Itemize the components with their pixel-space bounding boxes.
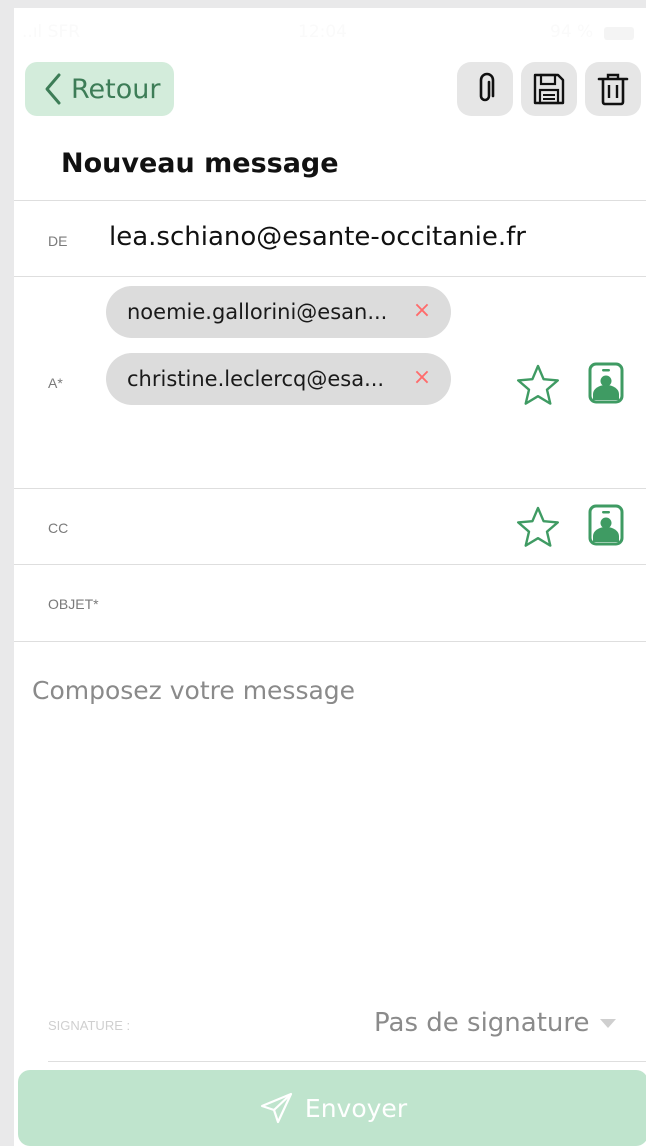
- to-label: A*: [48, 375, 63, 391]
- cc-label: CC: [48, 520, 69, 536]
- recipient-chip[interactable]: noemie.gallorini@esan... ×: [106, 286, 451, 338]
- floppy-disk-icon: [533, 73, 565, 105]
- from-label: DE: [48, 233, 68, 249]
- divider: [48, 1061, 646, 1062]
- divider: [14, 200, 646, 201]
- message-body-input[interactable]: Composez votre message: [32, 676, 355, 705]
- contact-card-icon[interactable]: [584, 503, 628, 547]
- delete-button[interactable]: [585, 62, 641, 116]
- star-outline-icon[interactable]: [516, 363, 560, 407]
- clock: 12:04: [298, 22, 347, 42]
- star-outline-icon[interactable]: [516, 505, 560, 549]
- page-title: Nouveau message: [61, 148, 339, 179]
- divider: [14, 488, 646, 489]
- signature-value: Pas de signature: [374, 1008, 590, 1038]
- back-button[interactable]: Retour: [25, 62, 174, 116]
- divider: [14, 641, 646, 642]
- chevron-left-icon: [45, 73, 61, 105]
- carrier-label: ..ıl SFR: [22, 22, 81, 42]
- attach-button[interactable]: [457, 62, 513, 116]
- trash-icon: [597, 73, 629, 106]
- divider: [14, 276, 646, 277]
- save-draft-button[interactable]: [521, 62, 577, 116]
- recipient-chip-label: christine.leclercq@esa...: [127, 367, 385, 391]
- battery-percent: 94 %: [550, 22, 594, 42]
- send-label: Envoyer: [304, 1093, 408, 1123]
- send-button[interactable]: Envoyer: [18, 1070, 646, 1146]
- signature-label: SIGNATURE :: [48, 1018, 131, 1033]
- contact-card-icon[interactable]: [584, 361, 628, 405]
- paperclip-icon: [479, 72, 495, 102]
- divider: [14, 564, 646, 565]
- caret-down-icon: [599, 1018, 616, 1028]
- recipient-chip[interactable]: christine.leclercq@esa... ×: [106, 353, 451, 405]
- remove-recipient-icon[interactable]: ×: [409, 298, 435, 324]
- subject-label[interactable]: OBJET*: [48, 596, 99, 612]
- signature-select[interactable]: Pas de signature: [374, 1008, 616, 1038]
- paper-plane-icon: [260, 1092, 293, 1124]
- remove-recipient-icon[interactable]: ×: [409, 365, 435, 391]
- status-bar: ..ıl SFR 12:04 94 %: [14, 8, 646, 58]
- battery-icon: [604, 27, 634, 40]
- back-label: Retour: [71, 73, 161, 105]
- compose-screen: ..ıl SFR 12:04 94 % Retour Nouveau messa…: [14, 8, 646, 1146]
- recipient-chip-label: noemie.gallorini@esan...: [127, 300, 388, 324]
- from-address: lea.schiano@esante-occitanie.fr: [109, 222, 526, 252]
